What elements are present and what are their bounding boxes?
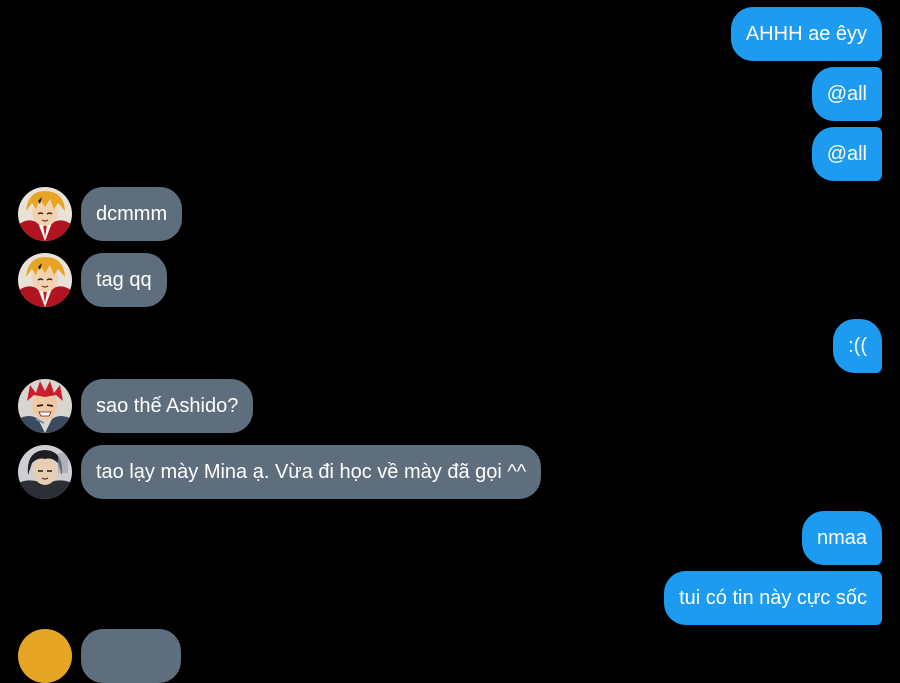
incoming-message[interactable]: tag qq <box>81 253 167 307</box>
next-avatar <box>18 629 72 683</box>
kirishima-avatar[interactable] <box>18 379 72 433</box>
outgoing-message[interactable]: @all <box>811 67 882 121</box>
outgoing-message[interactable]: AHHH ae êyy <box>730 7 882 61</box>
chat-thread: AHHH ae êyy @all @all dcmmm tag qq:((s… <box>0 0 900 683</box>
next-incoming-message <box>81 629 181 683</box>
incoming-message[interactable]: tao lạy mày Mina ạ. Vừa đi học về mày đã… <box>81 445 542 499</box>
denki-avatar[interactable] <box>18 187 72 241</box>
incoming-message[interactable]: dcmmm <box>81 187 183 241</box>
outgoing-message[interactable]: :(( <box>833 319 882 373</box>
denki-avatar[interactable] <box>18 253 72 307</box>
sero-avatar[interactable] <box>18 445 72 499</box>
outgoing-message[interactable]: nmaa <box>801 511 882 565</box>
outgoing-message[interactable]: tui có tin này cực sốc <box>664 571 882 625</box>
outgoing-message[interactable]: @all <box>811 127 882 181</box>
incoming-message[interactable]: sao thế Ashido? <box>81 379 254 433</box>
